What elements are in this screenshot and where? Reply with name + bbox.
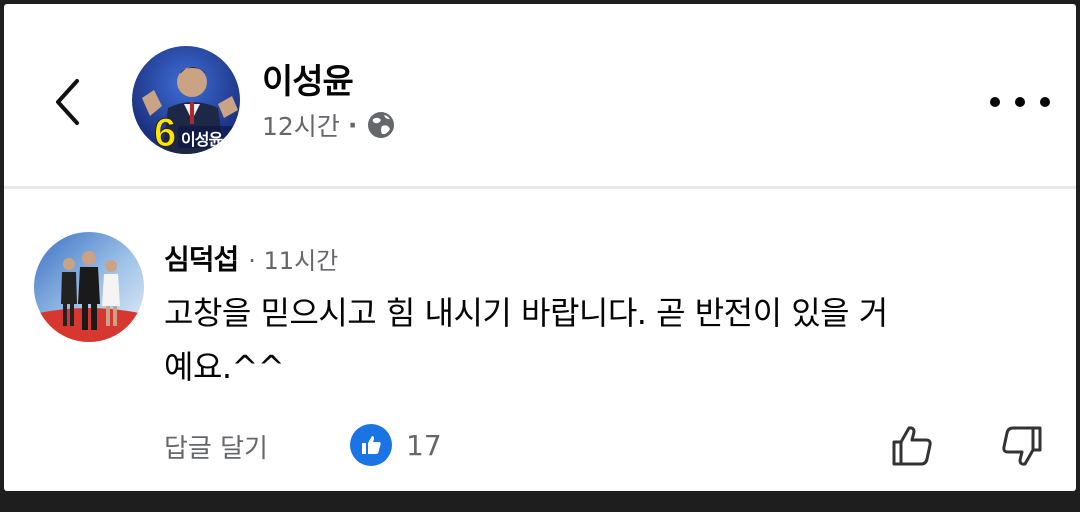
meta-separator: ·: [347, 110, 358, 140]
post-time[interactable]: 12시간: [262, 107, 340, 143]
like-icon: [350, 424, 392, 466]
comment-body: 고창을 믿으시고 힘 내시기 바랍니다. 곧 반전이 있을 거 예요.^^: [164, 286, 1044, 394]
more-dot: [1015, 97, 1025, 107]
thumbs-down-icon: [1002, 426, 1042, 466]
back-button[interactable]: [42, 74, 92, 130]
globe-icon: [368, 112, 395, 138]
thumbs-up-icon: [892, 426, 932, 466]
more-dots-icon: [990, 97, 1000, 107]
comment-text-line: 예요.^^: [164, 348, 285, 386]
like-count: 17: [406, 428, 442, 462]
commenter-avatar[interactable]: [34, 232, 144, 342]
svg-text:6: 6: [154, 111, 176, 154]
post-meta: 12시간 ·: [262, 107, 396, 143]
post-card: 6 이성윤 이성윤 12시간 · 심덕섭 · 11시간 고창을 믿으시고 힘 내…: [4, 4, 1076, 491]
comment-header: 심덕섭 · 11시간: [164, 238, 338, 278]
more-dot: [1040, 97, 1050, 107]
divider: [4, 186, 1076, 189]
more-options-button[interactable]: [990, 86, 1050, 118]
thumbs-up-button[interactable]: [888, 422, 936, 470]
chevron-left-icon: [56, 79, 79, 125]
post-author-name[interactable]: 이성윤: [262, 54, 354, 103]
commenter-name[interactable]: 심덕섭: [164, 238, 239, 278]
thumbs-down-button[interactable]: [998, 422, 1046, 470]
screen: 6 이성윤 이성윤 12시간 · 심덕섭 · 11시간 고창을 믿으시고 힘 내…: [0, 0, 1080, 512]
commenter-avatar-photo: [34, 232, 144, 342]
reply-button[interactable]: 답글 달기: [164, 428, 268, 465]
avatar-badge-name: 이성윤: [181, 130, 223, 149]
comment-text-line: 고창을 믿으시고 힘 내시기 바랍니다. 곧 반전이 있을 거: [164, 294, 888, 332]
comment-time[interactable]: · 11시간: [248, 241, 338, 276]
post-author-avatar[interactable]: 6 이성윤: [132, 46, 240, 154]
comment-reactions[interactable]: 17: [350, 424, 442, 466]
